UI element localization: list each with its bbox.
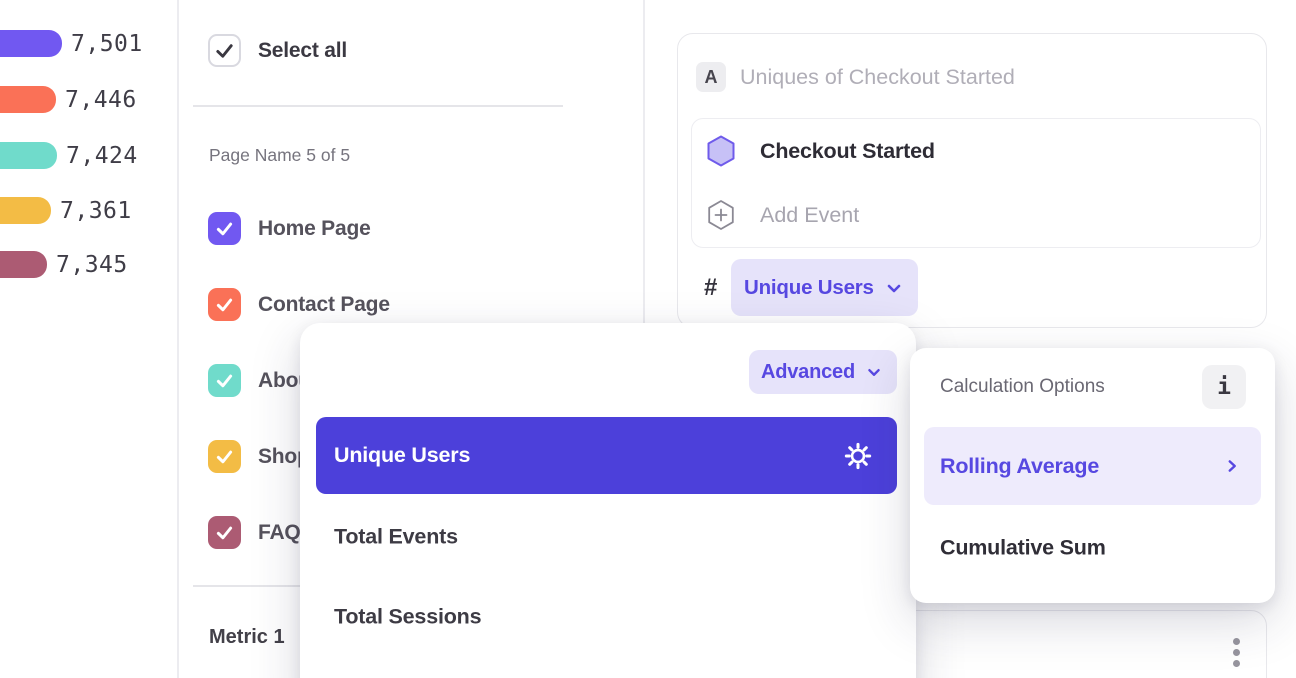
filter-checkbox[interactable] [208, 364, 241, 397]
advanced-dropdown[interactable]: Advanced [749, 350, 897, 394]
advanced-dropdown-label: Advanced [761, 361, 855, 384]
event-name[interactable]: Checkout Started [760, 135, 935, 167]
chevron-down-icon [863, 361, 885, 383]
filter-checkbox[interactable] [208, 288, 241, 321]
chevron-down-icon [882, 276, 906, 300]
legend-value: 7,424 [66, 143, 138, 169]
legend-value: 7,361 [60, 198, 132, 224]
page-name-header: Page Name 5 of 5 [209, 145, 350, 166]
calc-option-rolling-average[interactable]: Rolling Average [924, 427, 1261, 505]
measuring-option-label: Unique Users [334, 443, 470, 468]
calc-option-label: Rolling Average [940, 454, 1099, 479]
legend-item: 7,446 [0, 86, 137, 113]
select-all-label[interactable]: Select all [258, 34, 347, 67]
legend-bar[interactable] [0, 197, 51, 224]
legend-bar[interactable] [0, 251, 47, 278]
series-badge: A [696, 62, 726, 92]
add-event-icon[interactable] [707, 199, 735, 231]
filter-checkbox[interactable] [208, 440, 241, 473]
measuring-popup: Measuring Advanced Unique Users Total Ev… [300, 323, 916, 678]
kebab-menu-icon[interactable] [1231, 636, 1242, 669]
legend-value: 7,345 [56, 252, 128, 278]
select-all-checkbox[interactable] [208, 34, 241, 67]
legend-item: 7,424 [0, 142, 138, 169]
measuring-option-unique-users[interactable]: Unique Users [316, 417, 897, 494]
checkmark-icon [214, 446, 235, 467]
calc-options-popup: Calculation Options i Rolling Average Cu… [910, 348, 1275, 603]
legend-value: 7,501 [71, 31, 143, 57]
calc-options-title: Calculation Options [940, 376, 1105, 398]
filter-checkbox[interactable] [208, 212, 241, 245]
legend-bar[interactable] [0, 30, 62, 57]
metric-footer-label: Metric 1 [209, 626, 285, 649]
legend-item: 7,345 [0, 251, 128, 278]
legend-bar[interactable] [0, 142, 57, 169]
chevron-right-icon [1221, 455, 1243, 477]
filter-checkbox[interactable] [208, 516, 241, 549]
legend-item: 7,501 [0, 30, 143, 57]
info-icon[interactable]: i [1202, 365, 1246, 409]
analytics-screen: 7,501 7,446 7,424 7,361 7,345 Select all… [0, 0, 1296, 678]
metric-name-input[interactable] [738, 60, 1218, 94]
checkmark-icon [214, 370, 235, 391]
legend-item: 7,361 [0, 197, 132, 224]
divider [193, 105, 563, 107]
event-card: Checkout Started Add Event [691, 118, 1261, 248]
measuring-option-total-events[interactable]: Total Events [334, 525, 458, 550]
filter-label[interactable]: Contact Page [258, 288, 390, 321]
add-event-label[interactable]: Add Event [760, 199, 859, 231]
checkmark-icon [214, 218, 235, 239]
event-hexagon-icon [707, 135, 735, 167]
checkmark-icon [214, 294, 235, 315]
gear-icon[interactable] [844, 442, 872, 470]
calc-option-cumulative-sum[interactable]: Cumulative Sum [940, 536, 1106, 561]
checkmark-icon [214, 522, 235, 543]
measure-chip-label: Unique Users [744, 276, 882, 300]
legend-value: 7,446 [65, 87, 137, 113]
legend-bar[interactable] [0, 86, 56, 113]
measuring-option-total-sessions[interactable]: Total Sessions [334, 605, 481, 630]
query-card: A Checkout Started Add Event # Unique Us… [677, 33, 1267, 328]
chart-legend: 7,501 7,446 7,424 7,361 7,345 [0, 0, 177, 678]
measure-hash: # [704, 259, 717, 316]
filter-label[interactable]: Home Page [258, 212, 371, 245]
checkmark-icon [213, 39, 236, 62]
measure-chip[interactable]: Unique Users [731, 259, 918, 316]
